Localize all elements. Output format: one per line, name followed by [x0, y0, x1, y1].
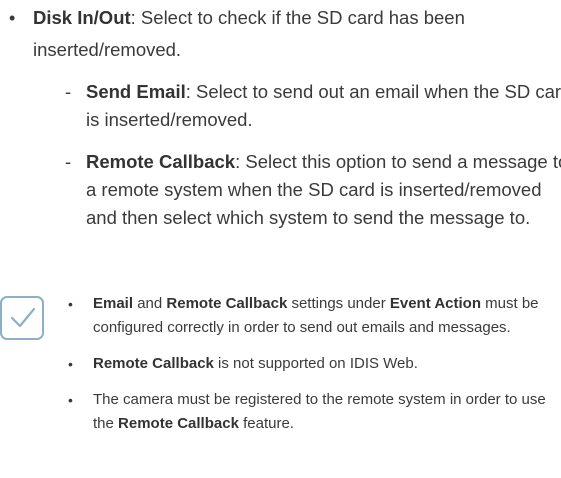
note-list: • Email and Remote Callback settings und…	[68, 292, 561, 448]
note-bullet: •	[68, 392, 73, 408]
bullet-marker: •	[9, 8, 16, 28]
remote-callback-term: Remote Callback	[166, 295, 288, 312]
note-text: and	[133, 295, 167, 312]
disk-in-out-label: Disk In/Out	[33, 7, 131, 28]
note-item-registration: • The camera must be registered to the r…	[68, 388, 561, 436]
note-text: settings under	[287, 295, 390, 312]
dash-marker: -	[65, 151, 72, 172]
send-email-label: Send Email	[86, 81, 186, 102]
remote-callback-term: Remote Callback	[118, 415, 239, 432]
remote-callback-term: Remote Callback	[93, 355, 214, 372]
event-action-term: Event Action	[389, 295, 481, 312]
checkmark-glyph	[10, 307, 36, 328]
note-item-idis-web: • Remote Callback is not supported on ID…	[68, 352, 561, 376]
note-item-settings: • Email and Remote Callback settings und…	[68, 292, 561, 340]
sub-item-remote-callback: - Remote Callback: Select this option to…	[33, 148, 561, 232]
note-text: feature.	[238, 415, 294, 432]
list-item-disk-in-out: • Disk In/Out: Select to check if the SD…	[0, 2, 561, 232]
dash-marker: -	[65, 81, 72, 102]
email-term: Email	[93, 295, 134, 312]
main-bullet-list: • Disk In/Out: Select to check if the SD…	[0, 2, 561, 232]
remote-callback-label: Remote Callback	[86, 151, 236, 172]
checkmark-icon	[0, 296, 44, 340]
note-bullet: •	[68, 296, 73, 312]
sub-item-send-email: - Send Email: Select to send out an emai…	[33, 78, 561, 134]
note-text: is not supported on IDIS Web.	[213, 355, 418, 372]
note-bullet: •	[68, 356, 73, 372]
